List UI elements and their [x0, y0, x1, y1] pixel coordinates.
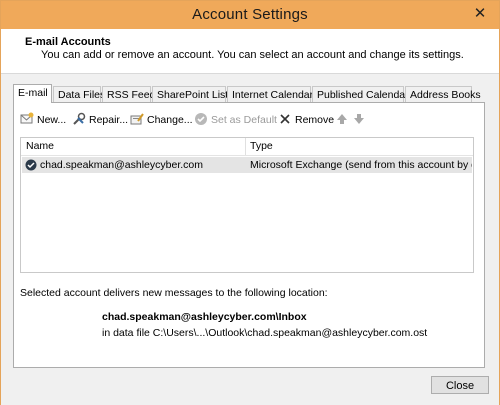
change-icon — [130, 113, 144, 125]
change-label: Change... — [147, 114, 193, 126]
delivery-folder: chad.speakman@ashleycyber.com\Inbox — [102, 311, 307, 323]
checkmark-circle-icon — [195, 113, 207, 125]
tab-internet-calendars[interactable]: Internet Calendars — [227, 86, 318, 102]
new-account-label: New... — [37, 114, 67, 126]
change-button[interactable]: Change... — [130, 111, 193, 129]
account-row[interactable]: chad.speakman@ashleycyber.com Microsoft … — [22, 157, 472, 173]
list-header: Name Type — [21, 138, 473, 156]
remove-label: Remove — [295, 114, 335, 126]
data-file-path: in data file C:\Users\...\Outlook\chad.s… — [102, 327, 428, 339]
tab-published-calendars[interactable]: Published Calendars — [312, 86, 414, 102]
column-divider[interactable] — [245, 138, 246, 155]
remove-x-icon — [280, 114, 290, 124]
move-up-button[interactable] — [335, 111, 352, 129]
window-close-icon[interactable]: ✕ — [469, 5, 491, 23]
column-header-name[interactable]: Name — [26, 140, 54, 152]
header: E-mail Accounts You can add or remove an… — [1, 29, 499, 73]
delivery-location-text: Selected account delivers new messages t… — [20, 287, 328, 299]
tab-sharepoint-lists[interactable]: SharePoint Lists — [152, 86, 233, 102]
account-name: chad.speakman@ashleycyber.com — [40, 159, 203, 171]
default-account-check-icon — [25, 159, 37, 171]
close-button[interactable]: Close — [431, 376, 489, 394]
accounts-list[interactable]: Name Type chad.speakman@ashleycyber.com … — [20, 137, 474, 273]
account-type: Microsoft Exchange (send from this accou… — [250, 159, 472, 171]
move-down-button[interactable] — [352, 111, 369, 129]
dialog-body: E-mail Data Files RSS Feeds SharePoint L… — [1, 73, 499, 405]
title-bar: Account Settings ✕ — [1, 1, 499, 29]
tab-address-books[interactable]: Address Books — [405, 86, 481, 102]
window-title: Account Settings — [192, 6, 308, 23]
repair-icon — [73, 112, 86, 125]
section-title: E-mail Accounts — [25, 36, 111, 48]
repair-label: Repair... — [89, 114, 129, 126]
set-as-default-label: Set as Default — [211, 114, 277, 126]
set-as-default-button[interactable]: Set as Default — [194, 111, 277, 129]
arrow-down-icon — [354, 114, 364, 124]
remove-button[interactable]: Remove — [278, 111, 334, 129]
tab-data-files[interactable]: Data Files — [53, 86, 105, 102]
new-account-icon — [20, 112, 34, 124]
tab-rss-feeds[interactable]: RSS Feeds — [102, 86, 161, 102]
section-description: You can add or remove an account. You ca… — [41, 49, 464, 61]
account-settings-window: Account Settings ✕ E-mail Accounts You c… — [0, 0, 500, 405]
arrow-up-icon — [337, 114, 347, 124]
tab-email[interactable]: E-mail — [13, 84, 52, 103]
new-account-button[interactable]: New... — [20, 111, 66, 129]
repair-button[interactable]: Repair... — [72, 111, 128, 129]
email-tab-panel: New... Repair... Change... Set as Defaul… — [13, 102, 485, 368]
column-header-type[interactable]: Type — [250, 140, 273, 152]
